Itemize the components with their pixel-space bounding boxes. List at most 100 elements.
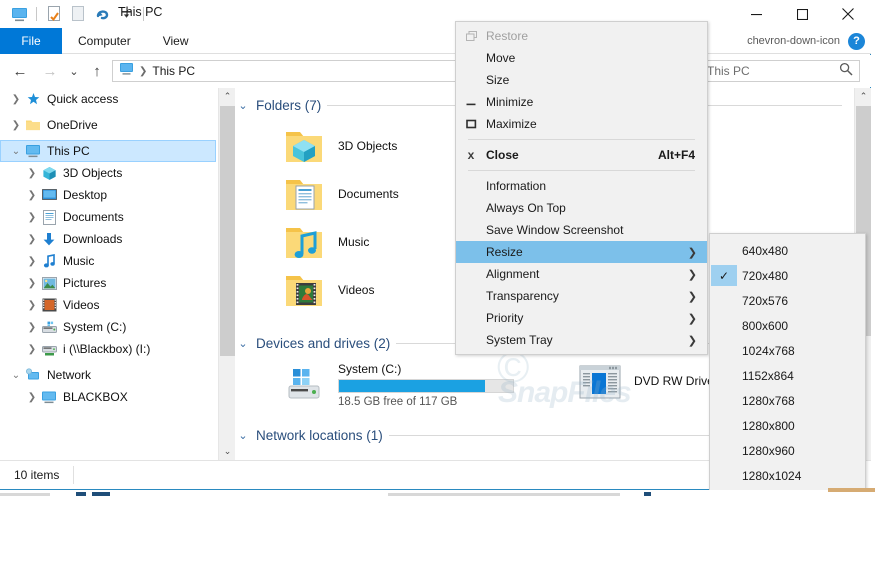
menu-item-transparency[interactable]: Transparency ❯ [456,285,707,307]
close-button[interactable] [825,0,871,28]
menu-item-minimize[interactable]: Minimize [456,91,707,113]
list-item-label: Documents [338,187,399,201]
chevron-down-icon[interactable]: ⌄ [8,370,24,381]
sidebar-item-onedrive[interactable]: ❯ OneDrive [0,114,218,136]
sidebar-item-videos[interactable]: ❯ Videos [0,294,218,316]
3d-objects-icon [40,166,58,181]
scroll-up-arrow-icon[interactable]: ⌃ [219,88,236,105]
pictures-icon [40,276,58,290]
submenu-item-720x480[interactable]: ✓ 720x480 [710,263,865,288]
navigation-pane[interactable]: ❯ Quick access ❯ OneDrive ⌄ This PC ❯ 3D… [0,88,218,460]
submenu-item-1152x864[interactable]: 1152x864 [710,363,865,388]
menu-item-system-tray[interactable]: System Tray ❯ [456,329,707,351]
chevron-right-icon[interactable]: ❯ [24,278,40,289]
menu-item-information[interactable]: Information [456,175,707,197]
menu-item-priority[interactable]: Priority ❯ [456,307,707,329]
sidebar-item-quick-access[interactable]: ❯ Quick access [0,88,218,110]
chevron-down-icon[interactable]: ⌄ [236,99,250,112]
menu-item-close[interactable]: x Close Alt+F4 [456,144,707,166]
sidebar-item-downloads[interactable]: ❯ Downloads [0,228,218,250]
sidebar-item-network[interactable]: ⌄ Network [0,364,218,386]
new-folder-icon[interactable] [67,3,89,25]
menu-item-label: Restore [486,29,529,43]
back-button[interactable]: ← [8,59,32,83]
navpane-scroll-thumb[interactable] [220,106,235,356]
submenu-item-640x480[interactable]: 640x480 [710,238,865,263]
submenu-item-1280x1024[interactable]: 1280x1024 [710,463,865,488]
search-icon[interactable] [839,62,853,81]
chevron-right-icon[interactable]: ❯ [24,190,40,201]
chevron-right-icon[interactable]: ❯ [24,168,40,179]
properties-icon[interactable] [43,3,65,25]
chevron-right-icon[interactable]: ❯ [24,300,40,311]
search-box[interactable]: This PC [700,60,860,82]
sidebar-item-this-pc[interactable]: ⌄ This PC [0,140,216,162]
maximize-button[interactable] [779,0,825,28]
submenu-item-800x600[interactable]: 800x600 [710,313,865,338]
chevron-right-icon[interactable]: ❯ [24,322,40,333]
chevron-right-icon[interactable]: ❯ [24,256,40,267]
tab-view[interactable]: View [147,28,205,54]
breadcrumb-separator: ❯ [139,65,148,77]
submenu-item-1280x960[interactable]: 1280x960 [710,438,865,463]
menu-item-label: Move [486,51,516,65]
menu-item-resize[interactable]: Resize ❯ [456,241,707,263]
taskbar-fragment [92,492,110,496]
menu-item-maximize[interactable]: Maximize [456,113,707,135]
tab-file[interactable]: File [0,28,62,54]
forward-button[interactable]: → [38,59,62,83]
chevron-down-icon[interactable]: ⌄ [236,337,250,350]
this-pc-icon[interactable] [8,3,30,25]
optical-drive-icon [576,362,624,402]
chevron-down-icon[interactable]: ⌄ [8,146,24,157]
sidebar-item-pictures[interactable]: ❯ Pictures [0,272,218,294]
title-bar[interactable]: This PC [0,0,871,28]
up-button[interactable]: ↑ [85,59,109,83]
sidebar-label: Downloads [63,232,123,246]
folder-documents-icon [280,172,328,216]
music-icon [40,253,58,269]
chevron-down-icon[interactable]: chevron-down-icon [747,35,840,47]
navpane-scrollbar[interactable]: ⌃ ⌄ [218,88,235,460]
undo-icon[interactable] [91,3,113,25]
sidebar-item-music[interactable]: ❯ Music [0,250,218,272]
breadcrumb-path[interactable]: This PC [152,64,195,78]
sidebar-item-desktop[interactable]: ❯ Desktop [0,184,218,206]
minimize-button[interactable] [733,0,779,28]
menu-item-alignment[interactable]: Alignment ❯ [456,263,707,285]
system-context-menu[interactable]: Restore Move Size Minimize Maximize x Cl… [455,21,708,355]
sidebar-item-system-c[interactable]: ❯ System (C:) [0,316,218,338]
submenu-item-1280x800[interactable]: 1280x800 [710,413,865,438]
onedrive-folder-icon [24,118,42,132]
submenu-item-720x576[interactable]: 720x576 [710,288,865,313]
sidebar-item-documents[interactable]: ❯ Documents [0,206,218,228]
scroll-down-arrow-icon[interactable]: ⌄ [219,443,236,460]
list-item-system-c[interactable]: System (C:) 18.5 GB free of 117 GB [280,362,570,408]
desktop-icon [40,188,58,202]
menu-item-save-window-screenshot[interactable]: Save Window Screenshot [456,219,707,241]
menu-item-move[interactable]: Move [456,47,707,69]
submenu-item-1024x768[interactable]: 1024x768 [710,338,865,363]
menu-item-size[interactable]: Size [456,69,707,91]
menu-item-always-on-top[interactable]: Always On Top [456,197,707,219]
chevron-right-icon[interactable]: ❯ [24,212,40,223]
chevron-right-icon[interactable]: ❯ [24,344,40,355]
chevron-right-icon[interactable]: ❯ [24,392,40,403]
help-icon[interactable]: ? [848,32,865,50]
chevron-down-icon[interactable]: ⌄ [236,429,250,442]
chevron-right-icon[interactable]: ❯ [24,234,40,245]
menu-item-restore[interactable]: Restore [456,25,707,47]
sidebar-item-blackbox[interactable]: ❯ BLACKBOX [0,386,218,408]
sidebar-item-network-drive-i[interactable]: ❯ i (\\Blackbox) (I:) [0,338,218,360]
desktop-background [0,490,875,584]
submenu-item-1280x768[interactable]: 1280x768 [710,388,865,413]
recent-locations-button[interactable]: ⌄ [62,59,86,83]
folder-3d-objects-icon [280,124,328,168]
sidebar-item-3d-objects[interactable]: ❯ 3D Objects [0,162,218,184]
search-input[interactable]: This PC [707,64,839,78]
chevron-right-icon[interactable]: ❯ [8,94,24,105]
chevron-right-icon[interactable]: ❯ [8,120,24,131]
check-slot [711,240,737,261]
tab-computer[interactable]: Computer [62,28,147,54]
scroll-up-arrow-icon[interactable]: ⌃ [855,88,872,105]
